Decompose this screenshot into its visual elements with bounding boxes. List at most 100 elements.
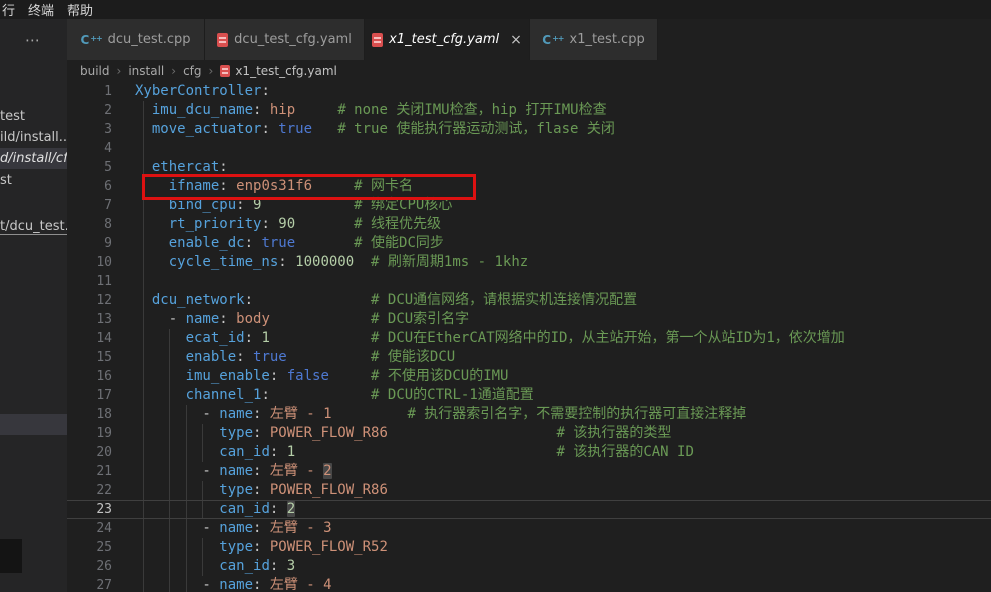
code-line[interactable]: 26 can_id: 3 [67,557,991,576]
code-line[interactable]: 11 [67,272,991,291]
code-line[interactable]: 8 rt_priority: 90 # 线程优先级 [67,215,991,234]
token: 1 [287,444,295,460]
code-line-text: ecat_id: 1 # DCU在EtherCAT网络中的ID，从主站开始，第一… [112,329,991,348]
line-number[interactable]: 11 [67,272,112,291]
code-line[interactable]: 24 - name: 左臂 - 3 [67,519,991,538]
code-line[interactable]: 7 bind_cpu: 9 # 绑定CPU核心 [67,196,991,215]
sidebar-item-3[interactable]: st [0,170,67,191]
line-number[interactable]: 18 [67,405,112,424]
line-number[interactable]: 14 [67,329,112,348]
code-line[interactable]: 6 ifname: enp0s31f6 # 网卡名 [67,177,991,196]
token: - [135,520,219,536]
line-number[interactable]: 10 [67,253,112,272]
breadcrumb-item-cfg[interactable]: cfg [183,64,201,78]
indent-guide [143,405,144,424]
line-number[interactable]: 9 [67,234,112,253]
code-line[interactable]: 5 ethercat: [67,158,991,177]
line-number[interactable]: 1 [67,82,112,101]
tab-dcu-test-cpp[interactable]: C++dcu_test.cpp [67,19,205,60]
line-number[interactable]: 23 [67,501,112,518]
code-line[interactable]: 19 type: POWER_FLOW_R86 # 该执行器的类型 [67,424,991,443]
line-number[interactable]: 16 [67,367,112,386]
sidebar-item-0[interactable]: test [0,106,67,127]
line-number[interactable]: 19 [67,424,112,443]
indent-guide [186,519,187,538]
line-number[interactable]: 22 [67,481,112,500]
code-line[interactable]: 15 enable: true # 使能该DCU [67,348,991,367]
menu-item-terminal[interactable]: 终端 [28,0,54,19]
breadcrumb-separator: › [117,64,122,78]
code-line[interactable]: 4 [67,139,991,158]
line-number[interactable]: 6 [67,177,112,196]
yaml-file-icon [217,33,228,47]
editor-code-area[interactable]: 1XyberController:2 imu_dcu_name: hip # n… [67,82,991,592]
token: cycle_time_ns [169,254,279,270]
line-number[interactable]: 21 [67,462,112,481]
menu-item-run[interactable]: 行 [2,0,15,19]
indent-guide [143,272,144,291]
line-number[interactable]: 13 [67,310,112,329]
code-line[interactable]: 2 imu_dcu_name: hip # none 关闭IMU检查，hip 打… [67,101,991,120]
code-line[interactable]: 1XyberController: [67,82,991,101]
tab-x1-test-cfg-yaml[interactable]: x1_test_cfg.yaml× [365,19,530,60]
line-number[interactable]: 24 [67,519,112,538]
line-number[interactable]: 26 [67,557,112,576]
code-line[interactable]: 13 - name: body # DCU索引名字 [67,310,991,329]
indent-guide [143,462,144,481]
code-line[interactable]: 10 cycle_time_ns: 1000000 # 刷新周期1ms - 1k… [67,253,991,272]
code-line[interactable]: 18 - name: 左臂 - 1 # 执行器索引名字，不需要控制的执行器可直接… [67,405,991,424]
token: POWER_FLOW_R52 [270,539,388,555]
menu-item-help[interactable]: 帮助 [67,0,93,19]
indent-guide [143,367,144,386]
code-line[interactable]: 25 type: POWER_FLOW_R52 [67,538,991,557]
code-line[interactable]: 14 ecat_id: 1 # DCU在EtherCAT网络中的ID，从主站开始… [67,329,991,348]
indent-guide [143,139,144,158]
line-number[interactable]: 25 [67,538,112,557]
line-number[interactable]: 4 [67,139,112,158]
token: name [219,406,253,422]
token [135,254,169,270]
breadcrumb-item-build[interactable]: build [80,64,110,78]
close-icon[interactable]: × [510,33,522,47]
line-number[interactable]: 2 [67,101,112,120]
tab-x1-test-cpp[interactable]: C++x1_test.cpp [530,19,658,60]
cpp-file-icon: C++ [542,34,563,46]
indent-guide [143,329,144,348]
line-number[interactable]: 17 [67,386,112,405]
line-number[interactable]: 12 [67,291,112,310]
code-line[interactable]: 21 - name: 左臂 - 2 [67,462,991,481]
token: 3 [287,558,295,574]
token: : [261,83,269,99]
line-number[interactable]: 3 [67,120,112,139]
code-line[interactable]: 9 enable_dc: true # 使能DC同步 [67,234,991,253]
line-number[interactable]: 5 [67,158,112,177]
sidebar-item-2[interactable]: d/install/cfg [0,148,67,169]
code-line[interactable]: 27 - name: 左臂 - 4 [67,576,991,592]
code-line[interactable]: 17 channel_1: # DCU的CTRL-1通道配置 [67,386,991,405]
code-line[interactable]: 20 can_id: 1 # 该执行器的CAN ID [67,443,991,462]
code-line[interactable]: 3 move_actuator: true # true 使能执行器运动测试，f… [67,120,991,139]
token [135,501,219,517]
line-number[interactable]: 20 [67,443,112,462]
code-line[interactable]: 12 dcu_network: # DCU通信网络，请根据实机连接情况配置 [67,291,991,310]
token [295,235,354,251]
token: can_id [219,444,270,460]
token [270,387,371,403]
code-line[interactable]: 23 can_id: 2 [67,500,991,519]
yaml-file-icon [220,65,230,77]
sidebar-item-5[interactable] [0,414,67,435]
line-number[interactable]: 8 [67,215,112,234]
more-actions-icon[interactable]: ⋯ [0,19,67,60]
tab-dcu-test-cfg-yaml[interactable]: dcu_test_cfg.yaml [205,19,365,60]
token: : [253,482,270,498]
sidebar-item-1[interactable]: ild/install... [0,127,67,148]
breadcrumb-file[interactable]: x1_test_cfg.yaml [220,64,337,78]
line-number[interactable]: 7 [67,196,112,215]
code-line[interactable]: 16 imu_enable: false # 不使用该DCU的IMU [67,367,991,386]
line-number[interactable]: 27 [67,576,112,592]
line-number[interactable]: 15 [67,348,112,367]
token: # 绑定CPU核心 [354,197,452,213]
code-line[interactable]: 22 type: POWER_FLOW_R86 [67,481,991,500]
breadcrumb-item-install[interactable]: install [128,64,164,78]
token: true [261,235,295,251]
